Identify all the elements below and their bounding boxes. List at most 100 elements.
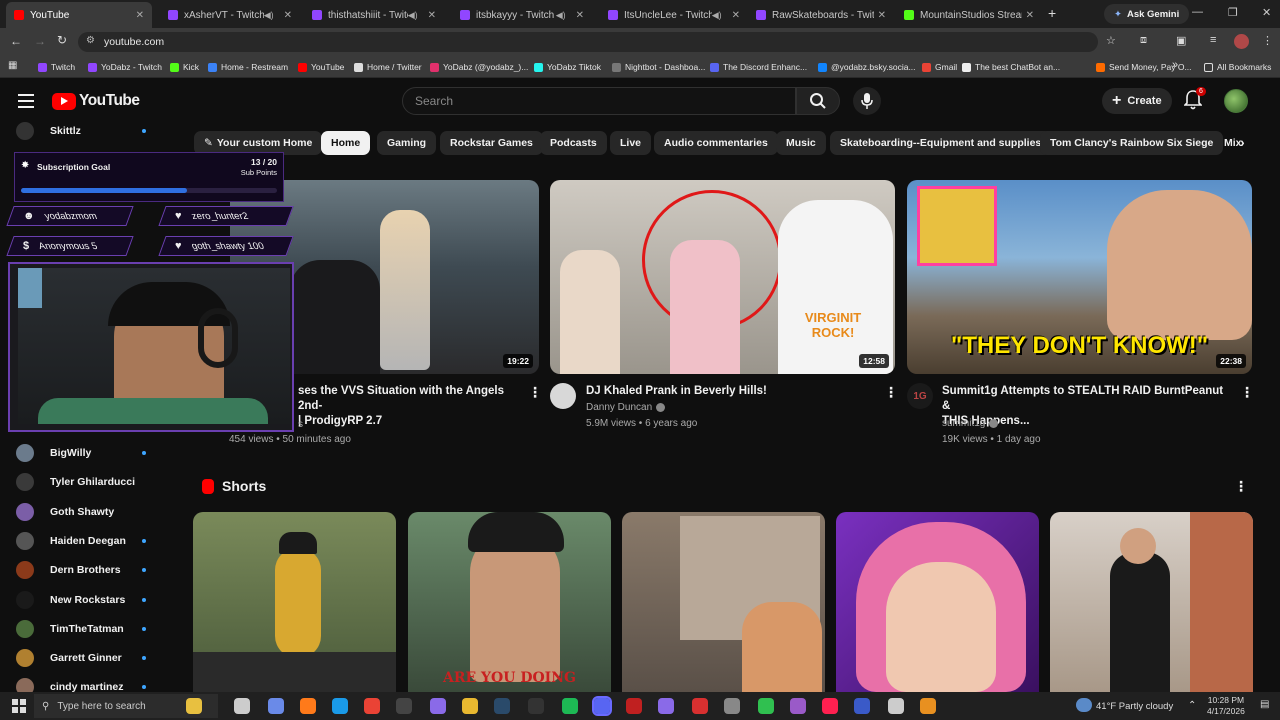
tab-youtube[interactable]: YouTube ✕	[6, 2, 152, 28]
filter-chip[interactable]: Mix	[1214, 131, 1242, 155]
bookmark-item[interactable]: YoDabz Tiktok	[534, 60, 601, 74]
video-thumbnail[interactable]: VIRGINIT ROCK! 12:58	[550, 180, 895, 374]
close-tab-icon[interactable]: ✕	[576, 10, 584, 21]
filter-chip[interactable]: Home	[321, 131, 371, 155]
filter-chip[interactable]: Rockstar Games	[440, 131, 543, 155]
sidebar-subscription-item[interactable]: New Rockstars	[16, 588, 146, 612]
chrome-icon[interactable]	[364, 698, 380, 714]
filter-chip[interactable]: Tom Clancy's Rainbow Six Siege	[1040, 131, 1224, 155]
address-bar[interactable]: ⚙ youtube.com	[78, 32, 1098, 52]
sidepanel-icon[interactable]: ▣	[1176, 34, 1186, 47]
close-tab-icon[interactable]: ✕	[428, 10, 436, 21]
video-title[interactable]: DJ Khaled Prank in Beverly Hills!	[586, 384, 876, 399]
profile-avatar-icon[interactable]	[1234, 34, 1249, 49]
channel-avatar[interactable]	[550, 383, 576, 409]
apps-grid-icon[interactable]: ▦	[8, 60, 17, 71]
sidebar-subscription-item[interactable]: Garrett Ginner	[16, 646, 146, 670]
sidebar-subscription-item[interactable]: BigWilly	[16, 441, 146, 465]
bookmark-item[interactable]: Nightbot - Dashboa...	[612, 60, 705, 74]
close-window-icon[interactable]: ✕	[1262, 6, 1271, 19]
site-info-icon[interactable]: ⚙	[86, 35, 95, 46]
search-input[interactable]: Search	[402, 87, 796, 115]
back-arrow-icon[interactable]: ←	[10, 34, 22, 48]
bookmark-item[interactable]: Kick	[170, 60, 199, 74]
firefox-icon[interactable]	[300, 698, 316, 714]
short-thumbnail[interactable]	[622, 512, 825, 692]
account-avatar[interactable]	[1224, 89, 1248, 113]
filter-chip[interactable]: Gaming	[377, 131, 437, 155]
video-channel[interactable]: Danny Duncan	[586, 402, 666, 413]
bookmark-item[interactable]: Twitch	[38, 60, 75, 74]
bookmark-item[interactable]: YoDabz - Twitch	[88, 60, 162, 74]
hamburger-menu-icon[interactable]	[18, 94, 34, 108]
speaker-icon[interactable]: ◀)	[264, 10, 274, 21]
bookmark-item[interactable]: Home - Restream	[208, 60, 288, 74]
speaker-icon[interactable]: ◀)	[556, 10, 566, 21]
bookmark-item[interactable]: The Discord Enhanc...	[710, 60, 807, 74]
app-icon[interactable]	[790, 698, 806, 714]
video-title[interactable]: ses the VVS Situation with the Angels 2n…	[298, 384, 524, 429]
app-icon[interactable]	[920, 698, 936, 714]
extensions-icon[interactable]: ⧈	[1140, 34, 1147, 47]
sidebar-subscription-item[interactable]: Haiden Deegan	[16, 529, 146, 553]
chips-next-chevron-icon[interactable]: ›	[1240, 134, 1245, 150]
video-menu-icon[interactable]: ⋮	[884, 384, 898, 401]
youtube-logo[interactable]: YouTube	[52, 92, 140, 110]
task-view-icon[interactable]	[234, 698, 250, 714]
tab-xashervt[interactable]: xAsherVT - Twitch ◀) ✕	[160, 2, 300, 28]
bookmark-item[interactable]: @yodabz.bsky.socia...	[818, 60, 916, 74]
bookmark-item[interactable]: Home / Twitter	[354, 60, 422, 74]
spotify-icon[interactable]	[562, 698, 578, 714]
close-tab-icon[interactable]: ✕	[1026, 10, 1034, 21]
sidebar-subscription-item[interactable]: TimTheTatman	[16, 617, 146, 641]
create-button[interactable]: + Create	[1102, 88, 1172, 114]
maximize-window-icon[interactable]: ❐	[1228, 6, 1238, 19]
tab-itsunclelee[interactable]: ItsUncleLee - Twitch ◀) ✕	[600, 2, 748, 28]
discord-icon[interactable]	[592, 696, 612, 716]
windows-start-icon[interactable]	[12, 699, 26, 713]
close-tab-icon[interactable]: ✕	[878, 10, 886, 21]
all-bookmarks-button[interactable]: All Bookmarks	[1204, 60, 1271, 74]
filter-chip[interactable]: Skateboarding--Equipment and supplies	[830, 131, 1052, 155]
app-icon[interactable]	[758, 698, 774, 714]
bookmark-item[interactable]: The best ChatBot an...	[962, 60, 1060, 74]
media-icon[interactable]: ≡	[1210, 34, 1216, 46]
voice-search-button[interactable]	[853, 87, 881, 115]
short-thumbnail[interactable]: ARE YOU DOING	[408, 512, 611, 692]
video-menu-icon[interactable]: ⋮	[528, 384, 542, 401]
edge-icon[interactable]	[332, 698, 348, 714]
bookmark-item[interactable]: YoDabz (@yodabz_)...	[430, 60, 528, 74]
app-icon[interactable]	[854, 698, 870, 714]
shorts-menu-icon[interactable]: ⋮	[1234, 478, 1248, 495]
close-tab-icon[interactable]: ✕	[284, 10, 292, 21]
settings-gear-icon[interactable]	[888, 698, 904, 714]
bookmark-item[interactable]: Gmail	[922, 60, 957, 74]
filter-chip[interactable]: Audio commentaries	[654, 131, 778, 155]
sidebar-subscription-item[interactable]: Goth Shawty	[16, 500, 114, 524]
bookmark-star-icon[interactable]: ☆	[1106, 34, 1116, 47]
forward-arrow-icon[interactable]: →	[34, 34, 46, 48]
tab-mountainstudios[interactable]: MountainStudios Stream - V ✕	[896, 2, 1042, 28]
app-icon[interactable]	[692, 698, 708, 714]
speaker-icon[interactable]: ◀)	[408, 10, 418, 21]
weather-text[interactable]: 41°F Partly cloudy	[1096, 701, 1173, 712]
reload-icon[interactable]: ↻	[57, 33, 67, 47]
taskbar-clock[interactable]: 10:28 PM 4/17/2026	[1207, 695, 1245, 717]
close-tab-icon[interactable]: ✕	[136, 10, 144, 21]
app-icon[interactable]	[724, 698, 740, 714]
obs-icon[interactable]	[396, 698, 412, 714]
sidebar-subscription-item[interactable]: Dern Brothers	[16, 558, 146, 582]
new-tab-button[interactable]: +	[1048, 5, 1056, 21]
tray-chevron-icon[interactable]: ⌃	[1188, 700, 1196, 711]
tab-itsbkayyy[interactable]: itsbkayyy - Twitch ◀) ✕	[452, 2, 592, 28]
feather-icon[interactable]	[658, 698, 674, 714]
app-icon[interactable]	[626, 698, 642, 714]
sidebar-subscription-item[interactable]: Tyler Ghilarducci	[16, 470, 135, 494]
sidebar-item-skittlz[interactable]: Skittlz	[16, 119, 146, 143]
search-button[interactable]	[796, 87, 840, 115]
tiktok-icon[interactable]	[822, 698, 838, 714]
video-menu-icon[interactable]: ⋮	[1240, 384, 1254, 401]
epic-games-icon[interactable]	[528, 698, 544, 714]
file-explorer-icon[interactable]	[462, 698, 478, 714]
notification-center-icon[interactable]: ▤	[1260, 699, 1269, 710]
